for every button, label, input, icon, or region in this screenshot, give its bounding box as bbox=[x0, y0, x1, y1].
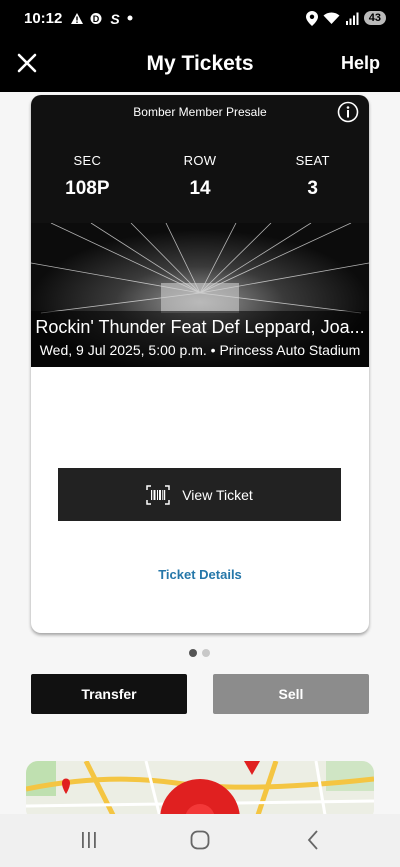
row-label: ROW bbox=[183, 153, 217, 168]
location-icon bbox=[305, 10, 318, 26]
ticket-card: Bomber Member Presale SEC 108P ROW 14 SE… bbox=[31, 95, 369, 633]
venue-map-preview[interactable] bbox=[26, 761, 374, 821]
event-name: Rockin' Thunder Feat Def Leppard, Joa... bbox=[35, 317, 365, 337]
section-column: SEC 108P bbox=[31, 153, 144, 200]
row-column: ROW 14 bbox=[144, 153, 257, 200]
info-icon[interactable] bbox=[337, 101, 359, 123]
recent-apps-icon[interactable] bbox=[77, 828, 101, 852]
signal-icon bbox=[345, 12, 359, 25]
close-icon[interactable] bbox=[14, 50, 40, 76]
event-date-venue: Wed, 9 Jul 2025, 5:00 p.m. • Princess Au… bbox=[39, 342, 361, 358]
section-label: SEC bbox=[73, 153, 102, 168]
transfer-button[interactable]: Transfer bbox=[31, 674, 187, 714]
home-icon[interactable] bbox=[188, 828, 212, 852]
view-ticket-button[interactable]: View Ticket bbox=[58, 468, 341, 521]
seat-label: SEAT bbox=[295, 153, 330, 168]
svg-text:S: S bbox=[111, 12, 121, 25]
sell-button[interactable]: Sell bbox=[213, 674, 369, 714]
help-link[interactable]: Help bbox=[341, 53, 380, 74]
section-value: 108P bbox=[65, 178, 110, 199]
back-icon[interactable] bbox=[302, 828, 326, 852]
seat-info: SEC 108P ROW 14 SEAT 3 bbox=[31, 153, 369, 200]
seat-column: SEAT 3 bbox=[256, 153, 369, 200]
status-time: 10:12 bbox=[24, 9, 63, 27]
wifi-icon bbox=[323, 12, 340, 24]
ticket-details-link[interactable]: Ticket Details bbox=[31, 567, 369, 582]
app-header: My Tickets Help bbox=[0, 36, 400, 92]
system-navigation-bar bbox=[0, 814, 400, 867]
ticket-pager bbox=[189, 649, 210, 657]
pager-dot[interactable] bbox=[189, 649, 197, 657]
notification-icons: D S bbox=[70, 12, 133, 25]
pager-dot[interactable] bbox=[202, 649, 210, 657]
barcode-icon bbox=[146, 484, 170, 505]
ticket-header: Bomber Member Presale SEC 108P ROW 14 SE… bbox=[31, 95, 369, 367]
warning-icon bbox=[71, 12, 84, 24]
presale-label: Bomber Member Presale bbox=[133, 105, 267, 119]
battery-indicator: 43 bbox=[363, 11, 386, 25]
dot-icon bbox=[127, 15, 133, 21]
view-ticket-label: View Ticket bbox=[182, 486, 253, 503]
row-value: 14 bbox=[189, 178, 211, 199]
status-bar: 10:12 D S 43 bbox=[0, 0, 400, 36]
seat-value: 3 bbox=[307, 178, 318, 199]
app-notification-icon: D bbox=[90, 12, 102, 24]
svg-text:D: D bbox=[93, 14, 100, 24]
app-s-icon: S bbox=[111, 12, 121, 25]
